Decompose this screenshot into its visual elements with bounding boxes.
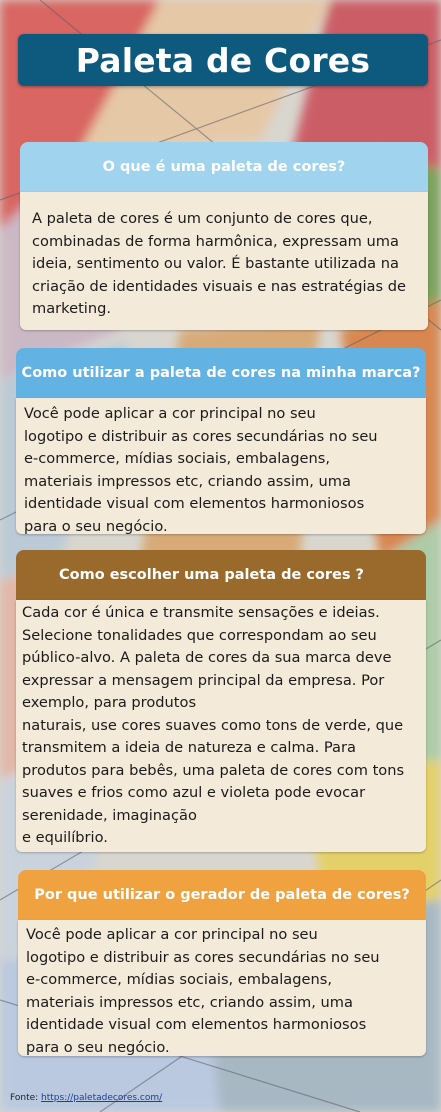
section-why-use-generator: Por que utilizar o gerador de paleta de … [18,870,426,1056]
section-text: A paleta de cores é um conjunto de cores… [32,210,406,317]
section-heading-bar: O que é uma paleta de cores? [20,142,428,192]
section-text: Você pode aplicar a cor principal no seu… [26,926,380,1056]
source-credit: Fonte: https://paletadecores.com/ [10,1093,162,1103]
section-body: A paleta de cores é um conjunto de cores… [20,192,428,330]
section-text: Você pode aplicar a cor principal no seu… [24,405,378,535]
section-heading-bar: Como utilizar a paleta de cores na minha… [16,348,426,398]
section-heading: O que é uma paleta de cores? [102,159,346,175]
page-title-banner: Paleta de Cores [18,34,428,86]
section-heading-bar: Como escolher uma paleta de cores ? [16,550,426,600]
section-heading: Por que utilizar o gerador de paleta de … [34,887,410,903]
section-body: Você pode aplicar a cor principal no seu… [18,920,426,1056]
section-body: Cada cor é única e transmite sensações e… [16,600,426,852]
source-label: Fonte: [10,1093,39,1103]
section-heading: Como utilizar a paleta de cores na minha… [21,365,421,381]
section-heading: Como escolher uma paleta de cores ? [59,567,364,583]
section-how-to-choose-palette: Como escolher uma paleta de cores ? Cada… [16,550,426,852]
source-link[interactable]: https://paletadecores.com/ [41,1093,162,1103]
section-body: Você pode aplicar a cor principal no seu… [16,398,426,535]
page-title: Paleta de Cores [75,40,371,80]
section-how-to-use-palette: Como utilizar a paleta de cores na minha… [16,348,426,535]
section-text: Cada cor é única e transmite sensações e… [22,604,405,846]
section-heading-bar: Por que utilizar o gerador de paleta de … [18,870,426,920]
section-what-is-palette: O que é uma paleta de cores? A paleta de… [20,142,428,330]
